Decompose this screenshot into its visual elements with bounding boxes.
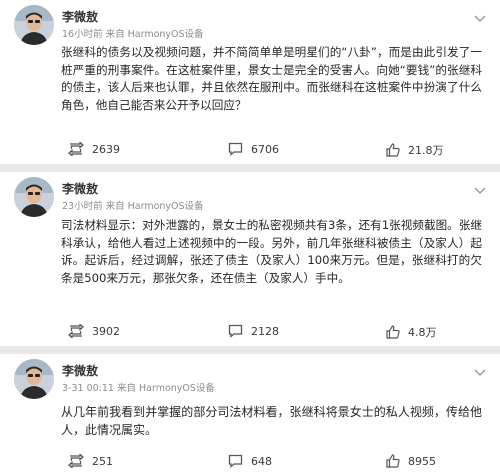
comment-icon [228,324,243,338]
like-button[interactable]: 4.8万 [386,324,437,340]
comment-count: 648 [251,454,272,468]
author-name[interactable]: 李微敖 [62,362,98,379]
post-actions: 3902 2128 4.8万 [0,316,500,346]
post-text: 司法材料显示：对外泄露的，景女士的私密视频共有3条，还有1张视频截图。张继科承认… [61,218,482,286]
like-button[interactable]: 8955 [386,454,436,468]
post-card: 李微敖 3-31 00:11 来自 HarmonyOS设备 从几年前我看到并掌握… [0,354,500,476]
repost-button[interactable]: 2639 [68,142,120,156]
post-text: 从几年前我看到并掌握的部分司法材料看，张继科将景女士的私人视频，传给他人，此情况… [61,405,482,437]
repost-icon [68,454,84,468]
avatar-image [14,177,54,217]
repost-count: 2639 [92,142,120,156]
chevron-down-icon[interactable] [474,14,486,24]
repost-button[interactable]: 3902 [68,324,120,338]
like-count: 21.8万 [408,144,444,157]
post-actions: 2639 6706 21.8万 [0,134,500,164]
avatar[interactable] [14,5,54,45]
repost-count: 3902 [92,324,120,338]
post-card: 李微敖 23小时前 来自 HarmonyOS设备 司法材料显示：对外泄露的，景女… [0,172,500,346]
thumbs-up-icon [386,143,400,157]
thumbs-up-icon [386,454,400,468]
repost-count: 251 [92,454,113,468]
comment-icon [228,454,243,468]
weibo-feed: 李微敖 16小时前 来自 HarmonyOS设备 张继科的债务以及视频问题，并不… [0,0,500,476]
comment-button[interactable]: 2128 [228,324,279,338]
comment-icon [228,142,243,156]
post-text: 张继科的债务以及视频问题，并不简简单单是明星们的“八卦”，而是由此引发了一桩严重… [61,45,482,113]
post-actions: 251 648 8955 [0,446,500,476]
like-button[interactable]: 21.8万 [386,142,444,158]
post-meta: 16小时前 来自 HarmonyOS设备 [62,29,204,40]
repost-icon [68,142,84,156]
comment-button[interactable]: 648 [228,454,272,468]
comment-count: 6706 [251,142,279,156]
comment-button[interactable]: 6706 [228,142,279,156]
chevron-down-icon[interactable] [474,368,486,378]
avatar[interactable] [14,177,54,217]
post-card: 李微敖 16小时前 来自 HarmonyOS设备 张继科的债务以及视频问题，并不… [0,0,500,164]
chevron-down-icon[interactable] [474,186,486,196]
author-name[interactable]: 李微敖 [62,180,98,197]
like-count: 8955 [408,454,436,468]
comment-count: 2128 [251,324,279,338]
like-count: 4.8万 [408,326,437,339]
post-meta: 3-31 00:11 来自 HarmonyOS设备 [62,383,215,394]
avatar-image [14,5,54,45]
repost-icon [68,324,84,338]
repost-button[interactable]: 251 [68,454,113,468]
avatar-image [14,359,54,399]
author-name[interactable]: 李微敖 [62,8,98,25]
post-meta: 23小时前 来自 HarmonyOS设备 [62,201,204,212]
avatar[interactable] [14,359,54,399]
thumbs-up-icon [386,325,400,339]
